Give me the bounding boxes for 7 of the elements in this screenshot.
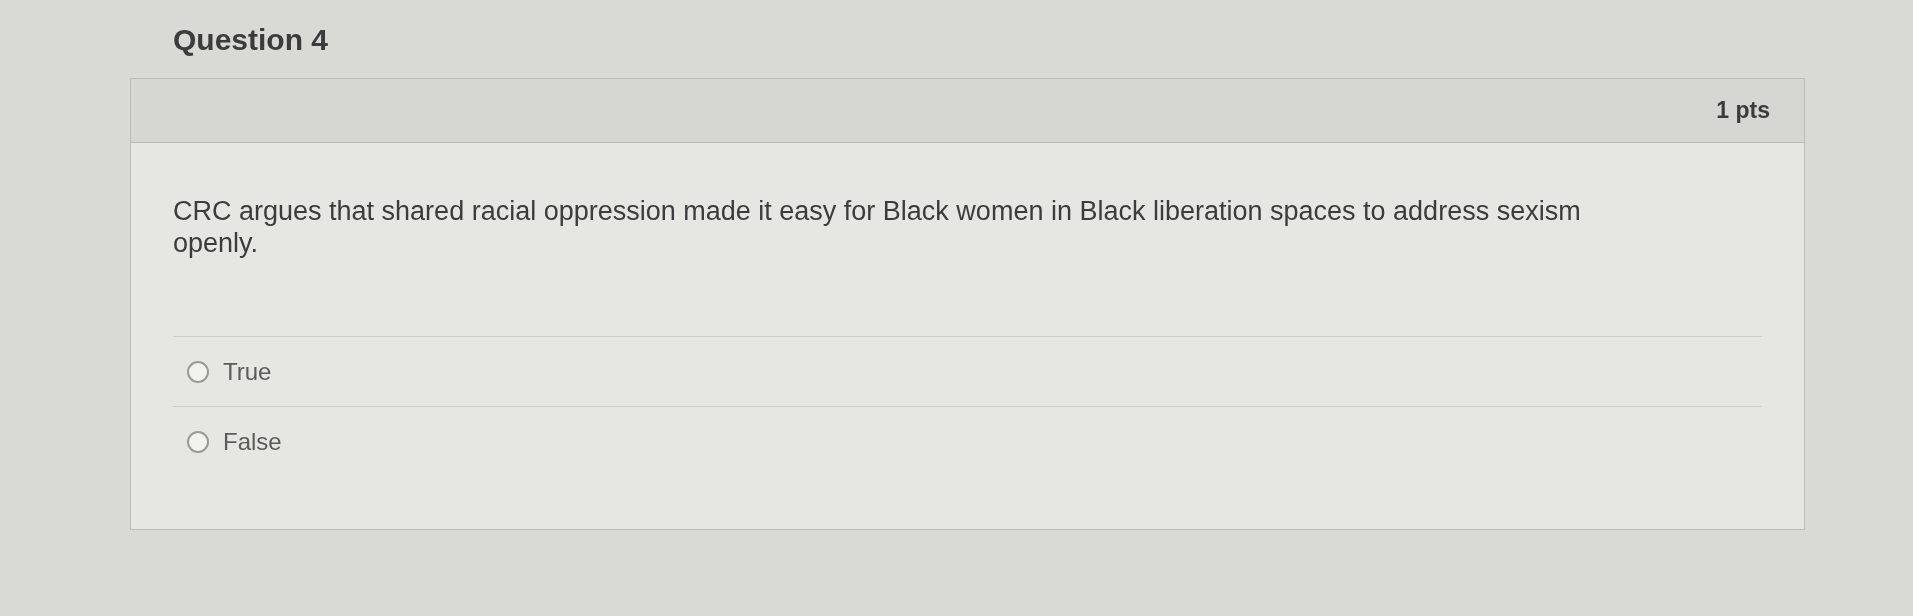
radio-button[interactable] bbox=[187, 360, 209, 383]
question-text: CRC argues that shared racial oppression made it easy for Black women in Black liberation spaces to address sexism openly. bbox=[173, 195, 1582, 259]
points-label: 1 pts bbox=[1716, 96, 1770, 126]
option-label: False bbox=[223, 427, 282, 457]
radio-button[interactable] bbox=[187, 431, 209, 453]
question-title: Question 4 bbox=[173, 22, 329, 58]
option-label: True bbox=[223, 356, 272, 387]
